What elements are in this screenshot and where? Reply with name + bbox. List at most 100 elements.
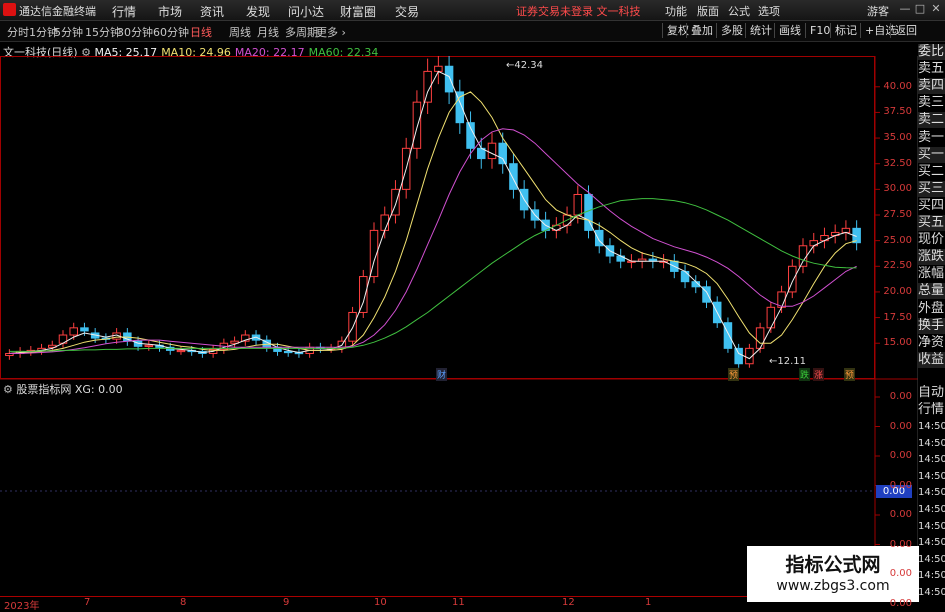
menu-item-6[interactable]: 交易	[395, 3, 419, 20]
app-logo-icon	[3, 3, 16, 16]
panel-row-8[interactable]: 买三	[918, 180, 945, 197]
sub-y-tick-label-1: 0.00	[889, 420, 912, 432]
sub-y-tick-label-3: 0.00	[889, 479, 912, 491]
candle-body-45[interactable]	[487, 142, 497, 160]
panel-row-0[interactable]: 委比	[918, 44, 945, 60]
menu-item-3[interactable]: 发现	[246, 3, 270, 20]
candle-body-7[interactable]	[80, 327, 89, 332]
candle-body-78[interactable]	[841, 227, 851, 233]
candle-body-67[interactable]	[723, 322, 733, 349]
panel-row-18[interactable]: 收益	[918, 351, 945, 368]
candle-body-35[interactable]	[380, 214, 389, 231]
period-tab-3[interactable]: 15分钟	[85, 24, 121, 40]
period-tab-4[interactable]: 30分钟	[117, 24, 153, 40]
candle-body-40[interactable]	[434, 65, 443, 72]
y-tick-label-2: 35.00	[883, 132, 912, 144]
candle-body-71[interactable]	[766, 306, 776, 329]
panel-row-1[interactable]: 卖五	[918, 61, 945, 77]
panel-row-9[interactable]: 买四	[918, 198, 945, 214]
ma-line-ma10	[9, 91, 857, 354]
indicator-name: 股票指标网	[16, 383, 72, 396]
panel-time-1: 14:50	[918, 437, 945, 449]
candle-body-53[interactable]	[573, 193, 583, 216]
x-axis-label-4: 10	[374, 597, 387, 608]
settings-gear-icon[interactable]: ⚙	[3, 383, 13, 396]
event-marker-forecast[interactable]: 预	[728, 368, 740, 381]
panel-row-7[interactable]: 买二	[918, 164, 945, 180]
guest-label[interactable]: 游客	[867, 3, 889, 19]
panel-row-17[interactable]: 净资	[918, 335, 945, 351]
y-tick-label-3: 32.50	[883, 157, 912, 169]
menu-item-4[interactable]: 问小达	[288, 3, 324, 20]
y-tick-label-0: 40.00	[883, 80, 912, 92]
event-marker-forecast-2[interactable]: 预	[844, 368, 856, 381]
period-tab-10[interactable]: 更多 ›	[316, 24, 346, 40]
candle-body-38[interactable]	[412, 101, 422, 149]
period-tab-6[interactable]: 日线	[190, 24, 212, 40]
menu-item-2[interactable]: 资讯	[200, 3, 224, 20]
panel-row-2[interactable]: 卖四	[918, 78, 945, 95]
menu-item-1[interactable]: 市场	[158, 3, 182, 20]
right-menu-item-1[interactable]: 版面	[697, 3, 719, 19]
panel-row-12[interactable]: 涨跌	[918, 249, 945, 266]
candle-body-68[interactable]	[734, 347, 743, 365]
toolbar-button-8[interactable]: 返回	[890, 23, 921, 38]
panel-row-5[interactable]: 卖一	[918, 130, 945, 146]
event-marker-limit-down[interactable]: 跌	[799, 368, 811, 381]
menu-item-5[interactable]: 财富圈	[340, 3, 376, 20]
app-title: 通达信金融终端	[19, 5, 96, 18]
event-marker-finance[interactable]: 财	[436, 368, 448, 381]
toolbar-button-3[interactable]: 统计	[745, 23, 776, 38]
maximize-icon[interactable]: □	[913, 2, 927, 16]
minimize-icon[interactable]: —	[898, 2, 912, 16]
sub-y-tick-label-2: 0.00	[889, 450, 912, 461]
candle-body-46[interactable]	[498, 142, 507, 165]
panel-row-3[interactable]: 卖三	[918, 95, 945, 111]
x-axis-label-7: 1	[645, 597, 652, 608]
toolbar-button-1[interactable]: 叠加	[686, 23, 717, 38]
panel-row-14[interactable]: 总量	[918, 283, 945, 300]
candle-body-63[interactable]	[680, 270, 690, 283]
kline-chart[interactable]	[0, 56, 918, 596]
high-price-label: ←42.34	[506, 60, 544, 71]
panel-row-6[interactable]: 买一	[918, 146, 945, 163]
candle-body-16[interactable]	[176, 349, 186, 353]
toolbar-button-4[interactable]: 画线	[774, 23, 805, 38]
panel-quote-label[interactable]: 行情	[918, 402, 945, 418]
period-tab-2[interactable]: 5分钟	[54, 24, 83, 40]
candle-body-43[interactable]	[466, 122, 475, 149]
candle-body-74[interactable]	[798, 245, 808, 267]
panel-row-15[interactable]: 外盘	[918, 301, 945, 317]
right-menu-item-3[interactable]: 选项	[758, 3, 780, 19]
panel-time-6: 14:50	[918, 520, 945, 532]
panel-row-11[interactable]: 现价	[918, 232, 945, 248]
panel-row-10[interactable]: 买五	[918, 215, 945, 231]
login-warning[interactable]: 证券交易未登录 文一科技	[516, 3, 641, 19]
y-tick-label-6: 25.00	[883, 234, 912, 246]
candle-body-26[interactable]	[283, 350, 293, 354]
event-marker-limit-up[interactable]: 涨	[813, 368, 825, 381]
toolbar-button-6[interactable]: 标记	[830, 23, 861, 38]
panel-row-13[interactable]: 涨幅	[918, 266, 945, 282]
right-menu-item-0[interactable]: 功能	[665, 3, 687, 19]
panel-row-4[interactable]: 卖二	[918, 112, 945, 129]
menu-bar	[0, 0, 945, 21]
panel-row-16[interactable]: 换手	[918, 317, 945, 334]
right-menu-item-2[interactable]: 公式	[728, 3, 750, 19]
ma-line-ma5	[9, 70, 857, 360]
toolbar-button-2[interactable]: 多股	[716, 23, 747, 38]
candle-body-13[interactable]	[144, 344, 154, 347]
period-tab-8[interactable]: 月线	[257, 24, 279, 40]
panel-auto-label[interactable]: 自动	[918, 385, 945, 401]
period-tab-0[interactable]: 分时	[7, 24, 29, 40]
close-icon[interactable]: ✕	[929, 2, 943, 16]
candle-body-41[interactable]	[444, 65, 454, 93]
period-tab-9[interactable]: 多周期	[285, 24, 318, 40]
candle-body-6[interactable]	[69, 327, 78, 336]
menu-item-0[interactable]: 行情	[112, 3, 136, 20]
candle-body-33[interactable]	[359, 276, 368, 313]
period-tab-5[interactable]: 60分钟	[153, 24, 189, 40]
candle-body-70[interactable]	[755, 327, 765, 349]
period-tab-7[interactable]: 周线	[229, 24, 251, 40]
candle-body-47[interactable]	[509, 163, 518, 190]
